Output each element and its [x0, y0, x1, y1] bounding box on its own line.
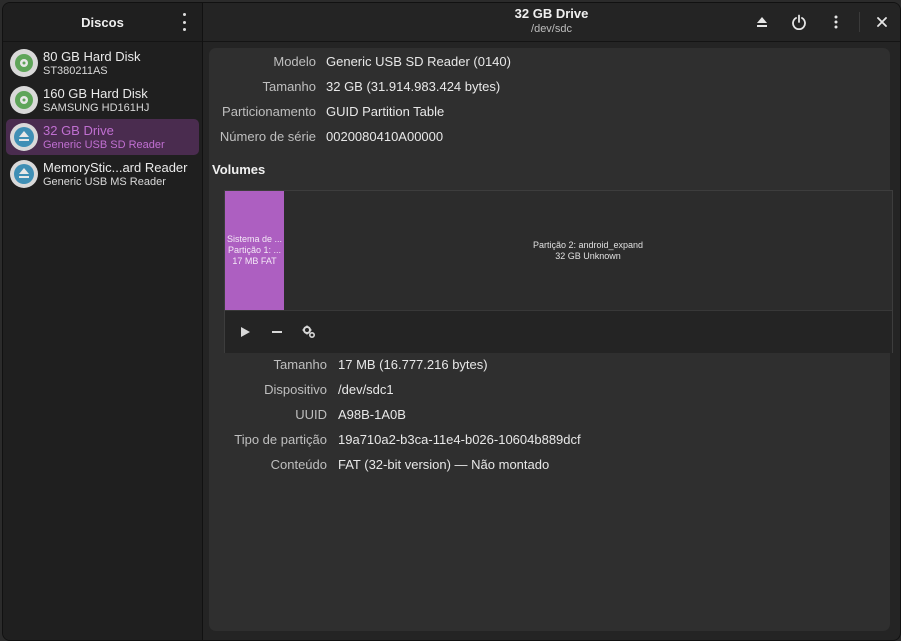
contents-label: Conteúdo	[270, 457, 327, 472]
hard-disk-icon	[10, 86, 38, 114]
partition-size-value: 17 MB (16.777.216 bytes)	[338, 357, 488, 372]
delete-partition-button[interactable]	[267, 322, 287, 342]
device-row: Dispositivo /dev/sdc1	[209, 381, 889, 399]
gears-icon	[302, 325, 316, 339]
header-separator	[859, 12, 860, 32]
close-icon	[877, 17, 887, 27]
volumes-map: Sistema de ... Partição 1: ... 17 MB FAT…	[224, 190, 893, 353]
partition-2-name: Partição 2: android_expand	[532, 239, 644, 250]
uuid-value: A98B-1A0B	[338, 407, 406, 422]
sidebar-item-80gb-hard-disk[interactable]: 80 GB Hard Disk ST380211AS	[6, 45, 199, 81]
model-row: Modelo Generic USB SD Reader (0140)	[209, 53, 889, 71]
size-value: 32 GB (31.914.983.424 bytes)	[326, 79, 501, 94]
serial-row: Número de série 0020080410A00000	[209, 128, 889, 146]
partitioning-label: Particionamento	[222, 104, 316, 119]
drive-details-panel: Modelo Generic USB SD Reader (0140) Tama…	[209, 48, 893, 631]
volume-toolbar	[225, 310, 892, 353]
disk-name: 160 GB Hard Disk	[43, 85, 148, 101]
eject-drive-icon	[10, 160, 38, 188]
eject-drive-icon	[10, 123, 38, 151]
eject-button[interactable]	[751, 11, 773, 33]
play-icon	[241, 327, 250, 337]
partitioning-value: GUID Partition Table	[326, 104, 445, 119]
app-menu-icon[interactable]	[180, 13, 188, 31]
power-icon	[792, 14, 806, 30]
hard-disk-icon	[10, 49, 38, 77]
partition-1-fs: Sistema de ...	[226, 234, 283, 244]
eject-icon	[757, 17, 767, 27]
disks-window: Discos 80 GB Hard Disk ST380211AS 160 GB…	[2, 2, 901, 641]
disk-name: 32 GB Drive	[43, 122, 114, 138]
drive-menu-button[interactable]	[825, 11, 847, 33]
partition-size-row: Tamanho 17 MB (16.777.216 bytes)	[209, 356, 889, 374]
partition-1-size: 17 MB FAT	[232, 256, 277, 266]
device-value: /dev/sdc1	[338, 382, 394, 397]
partition-size-label: Tamanho	[273, 357, 327, 372]
contents-value: FAT (32-bit version) — Não montado	[338, 457, 550, 472]
model-value: Generic USB SD Reader (0140)	[326, 54, 511, 69]
contents-row: Conteúdo FAT (32-bit version) — Não mont…	[209, 456, 889, 474]
sidebar-title: Discos	[81, 14, 124, 30]
partition-bar: Sistema de ... Partição 1: ... 17 MB FAT…	[225, 191, 892, 310]
header-bar: 32 GB Drive /dev/sdc	[203, 3, 900, 42]
sidebar-header: Discos	[3, 3, 202, 42]
sidebar-item-160gb-hard-disk[interactable]: 160 GB Hard Disk SAMSUNG HD161HJ	[6, 82, 199, 118]
model-label: Modelo	[273, 54, 316, 69]
disk-model: Generic USB MS Reader	[43, 175, 166, 188]
disk-model: ST380211AS	[43, 64, 108, 77]
disk-model: Generic USB SD Reader	[43, 138, 165, 151]
partition-type-label: Tipo de partição	[234, 432, 327, 447]
volumes-heading: Volumes	[212, 162, 266, 177]
sidebar: Discos 80 GB Hard Disk ST380211AS 160 GB…	[3, 3, 203, 640]
size-row: Tamanho 32 GB (31.914.983.424 bytes)	[209, 78, 889, 96]
power-off-button[interactable]	[788, 11, 810, 33]
partition-2-size: 32 GB Unknown	[555, 250, 621, 261]
sidebar-item-memorystick-reader[interactable]: MemoryStic...ard Reader Generic USB MS R…	[6, 156, 199, 192]
serial-value: 0020080410A00000	[326, 129, 444, 144]
partition-1-name: Partição 1: ...	[227, 245, 282, 255]
partition-options-button[interactable]	[299, 322, 319, 342]
sidebar-item-32gb-drive[interactable]: 32 GB Drive Generic USB SD Reader	[6, 119, 199, 155]
disk-name: MemoryStic...ard Reader	[43, 159, 188, 175]
partition-type-value: 19a710a2-b3ca-11e4-b026-10604b889dcf	[338, 432, 581, 447]
partition-1-block[interactable]: Sistema de ... Partição 1: ... 17 MB FAT	[225, 191, 284, 310]
partition-2-block[interactable]: Partição 2: android_expand 32 GB Unknown	[284, 191, 892, 310]
uuid-label: UUID	[295, 407, 327, 422]
minus-icon	[272, 331, 282, 333]
size-label: Tamanho	[262, 79, 316, 94]
partition-type-row: Tipo de partição 19a710a2-b3ca-11e4-b026…	[209, 431, 889, 449]
serial-label: Número de série	[219, 129, 316, 144]
disk-model: SAMSUNG HD161HJ	[43, 101, 150, 114]
kebab-menu-icon	[834, 15, 838, 29]
mount-button[interactable]	[235, 322, 255, 342]
disk-name: 80 GB Hard Disk	[43, 48, 141, 64]
partitioning-row: Particionamento GUID Partition Table	[209, 103, 889, 121]
close-window-button[interactable]	[871, 11, 893, 33]
uuid-row: UUID A98B-1A0B	[209, 406, 889, 424]
device-label: Dispositivo	[264, 382, 327, 397]
